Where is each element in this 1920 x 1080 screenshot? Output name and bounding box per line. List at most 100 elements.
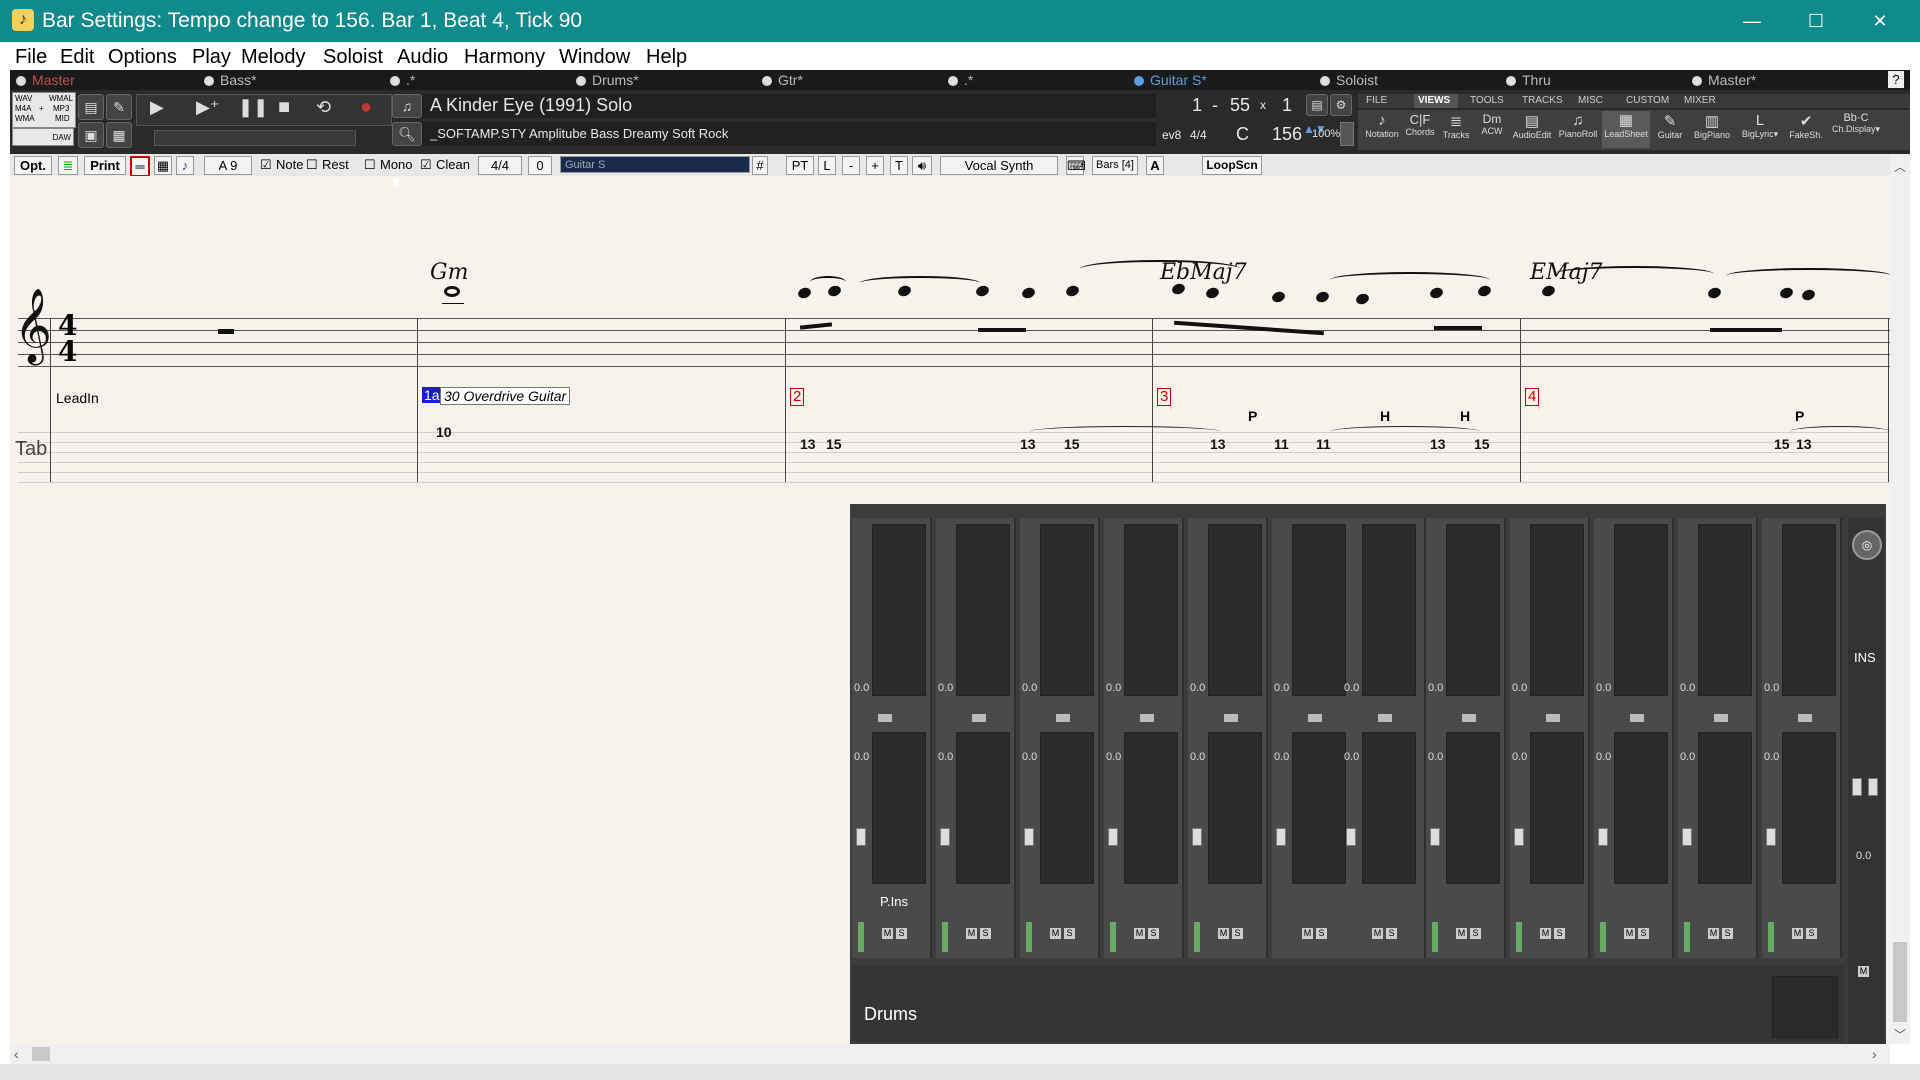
note[interactable] [1354,292,1371,306]
tab-custom[interactable]: CUSTOM [1626,95,1669,106]
pan-knob[interactable] [1714,714,1728,722]
note[interactable] [1204,286,1221,300]
menu-audio[interactable]: Audio [397,46,448,69]
rest-checkbox[interactable]: ☐ [306,157,318,173]
menu-edit[interactable]: Edit [60,46,94,69]
loop-end[interactable]: 55 [1230,95,1250,116]
menu-soloist[interactable]: Soloist [323,46,383,69]
volume-value[interactable]: 0.0 [854,751,869,763]
scroll-right-icon[interactable]: › [1872,1046,1877,1062]
scrollbar-thumb[interactable] [32,1047,50,1061]
volume-fader[interactable] [1192,828,1202,846]
lyrics-icon[interactable]: A [1146,156,1164,175]
tab-fret[interactable]: 13 [1796,436,1812,452]
chords-button[interactable]: C|F Chords [1402,112,1438,137]
editable-notation-icon[interactable]: ▦ [154,156,172,175]
note[interactable] [1020,286,1037,300]
plugin-insert[interactable]: P.Ins [880,894,908,909]
song-menu-icon[interactable]: ♫ [392,94,422,118]
volume-value[interactable]: 0.0 [1274,751,1289,763]
pan-knob[interactable] [1798,714,1812,722]
vertical-scrollbar[interactable]: ︿ ﹀ [1890,154,1910,1044]
tab-fret[interactable]: 11 [1274,436,1289,452]
mute-button[interactable]: M [1792,928,1803,939]
menu-melody[interactable]: Melody [241,46,305,69]
open-icon[interactable]: ▤ [78,94,104,120]
volume-fader[interactable] [1430,828,1440,846]
volume-value[interactable]: 0.0 [1190,751,1205,763]
mute-button[interactable]: M [1540,928,1551,939]
track-master[interactable]: Master [16,72,75,88]
play-icon[interactable]: ▶ [150,97,164,118]
volume-value[interactable]: 0.0 [1428,751,1443,763]
mono-checkbox[interactable]: ☐ [364,157,376,173]
bigpiano-button[interactable]: ▥ BigPiano [1690,112,1734,140]
menu-options[interactable]: Options [108,46,177,69]
solo-button[interactable]: S [1722,928,1733,939]
volume-value[interactable]: 0.0 [1512,751,1527,763]
song-title-panel[interactable]: A Kinder Eye (1991) Solo [422,94,1156,118]
volume-value[interactable]: 0.0 [1596,751,1611,763]
solo-button[interactable]: S [1638,928,1649,939]
volume-value[interactable]: 0.0 [854,682,869,694]
track-bass[interactable]: Bass* [204,72,257,88]
track-guitar-solo[interactable]: Guitar S* [1134,72,1207,88]
solo-button[interactable]: S [980,928,991,939]
volume-value[interactable]: 0.0 [1022,682,1037,694]
note[interactable] [1800,288,1817,302]
pan-knob[interactable] [1056,714,1070,722]
note[interactable] [1270,290,1287,304]
record-icon[interactable]: ● [360,96,372,119]
track-drums[interactable]: Drums* [576,72,639,88]
volume-value[interactable]: 0.0 [1190,682,1205,694]
bars-button[interactable]: Bars [4] [1092,156,1138,175]
volume-value[interactable]: 0.0 [1106,682,1121,694]
tab-fret[interactable]: 11 [1316,436,1331,452]
volume-fader[interactable] [1598,828,1608,846]
mute-button[interactable]: M [1302,928,1313,939]
mute-button[interactable]: M [966,928,977,939]
mute-button[interactable]: M [1708,928,1719,939]
tab-file[interactable]: FILE [1366,95,1387,106]
sharp-button[interactable]: # [752,156,768,175]
loop-count[interactable]: 1 [1282,95,1292,116]
vocal-synth-button[interactable]: Vocal Synth [940,156,1058,175]
note[interactable] [796,286,813,300]
solo-button[interactable]: S [1064,928,1075,939]
l-button[interactable]: L [818,156,836,175]
volume-value[interactable]: 0.0 [1344,682,1359,694]
master-fader[interactable] [1868,778,1878,796]
master-knob-icon[interactable]: ◎ [1852,530,1882,560]
leadsheet-button[interactable]: ▦ LeadSheet [1602,111,1650,148]
staff-roll-icon[interactable]: ♪ [176,156,194,175]
volume-fader[interactable] [1514,828,1524,846]
tempo-slider[interactable] [1340,122,1354,146]
volume-value[interactable]: 0.0 [1680,751,1695,763]
track-thru[interactable]: Thru [1506,72,1551,88]
note[interactable] [974,284,991,298]
help-button[interactable]: ? [1888,71,1904,88]
notation-button[interactable]: ♪ Notation [1362,112,1402,139]
voice-field[interactable]: A 9 [204,156,252,175]
pan-knob[interactable] [1546,714,1560,722]
pan-knob[interactable] [878,714,892,722]
audio-format-box[interactable]: WAV WMAL M4A + MP3 WMA MID [12,92,76,128]
menu-help[interactable]: Help [646,46,687,69]
mute-button[interactable]: M [1134,928,1145,939]
scrollbar-thumb[interactable] [1893,942,1907,1022]
loop-scene-button[interactable]: LoopScn [1202,156,1262,175]
volume-value[interactable]: 0.0 [1596,682,1611,694]
audioedit-button[interactable]: ▤ AudioEdit [1510,112,1554,140]
menu-file[interactable]: File [15,46,47,69]
memo-icon[interactable]: ▤ [1306,94,1328,116]
loop-start[interactable]: 1 [1192,95,1202,116]
volume-value[interactable]: 0.0 [1274,682,1289,694]
note[interactable] [1064,284,1081,298]
volume-fader[interactable] [1108,828,1118,846]
volume-fader[interactable] [1346,828,1356,846]
ins-label[interactable]: INS [1854,650,1876,665]
close-button[interactable]: ✕ [1850,0,1910,42]
volume-value[interactable]: 0.0 [1106,751,1121,763]
volume-fader[interactable] [940,828,950,846]
note[interactable] [1778,286,1795,300]
